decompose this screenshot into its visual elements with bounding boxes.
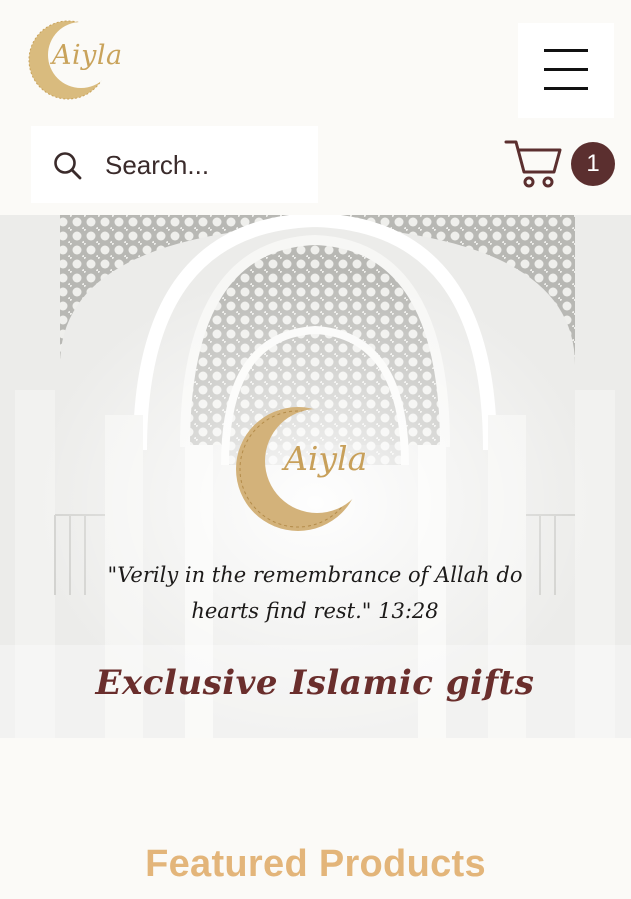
cart-icon	[504, 140, 562, 188]
search-input[interactable]	[105, 146, 305, 184]
hero-quote: "Verily in the remembrance of Allah do h…	[80, 557, 550, 629]
menu-button[interactable]	[518, 23, 614, 118]
page: Aiyla 1	[0, 0, 631, 899]
quote-line-2: hearts find rest." 13:28	[191, 599, 439, 623]
hamburger-icon-bar-3	[544, 87, 588, 90]
quote-line-1: "Verily in the remembrance of Allah do	[107, 563, 523, 587]
search-icon[interactable]	[53, 151, 83, 181]
logo-text: Aiyla	[52, 40, 123, 71]
hero-banner: Aiyla "Verily in the remembrance of Alla…	[0, 215, 631, 738]
cart-button[interactable]: 1	[504, 136, 616, 192]
hero-logo: Aiyla	[232, 403, 412, 539]
featured-products-heading: Featured Products	[145, 843, 486, 885]
hamburger-icon	[544, 49, 588, 52]
site-logo[interactable]: Aiyla	[26, 18, 138, 104]
featured-section: Featured Products	[0, 738, 631, 899]
hero-logo-text: Aiyla	[284, 439, 368, 478]
site-header: Aiyla 1	[0, 0, 631, 215]
hero-tagline: Exclusive Islamic gifts	[95, 663, 535, 703]
cart-count-badge: 1	[571, 142, 615, 186]
search-box	[31, 126, 318, 203]
hamburger-icon-bar-2	[544, 68, 588, 71]
